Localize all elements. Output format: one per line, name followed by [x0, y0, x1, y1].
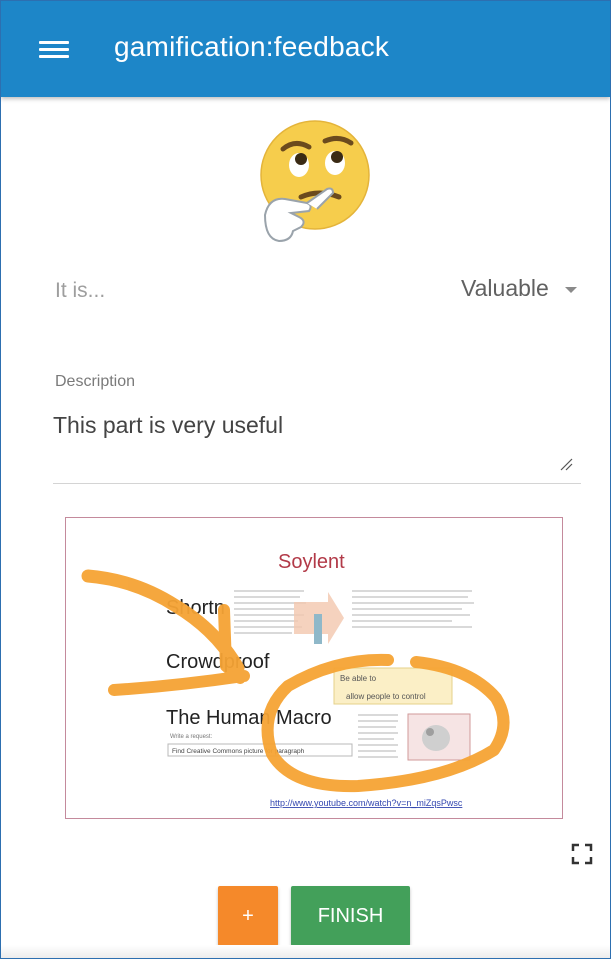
- app-bar: gamification:feedback: [1, 1, 610, 97]
- screenshot-canvas: Be able to allow people to control Soyle…: [81, 551, 510, 808]
- app-frame: gamification:feedback It is... Valuable …: [0, 0, 611, 959]
- finish-button[interactable]: FINISH: [291, 886, 410, 946]
- resize-grip-icon[interactable]: [559, 457, 573, 471]
- description-label: Description: [55, 373, 136, 390]
- thinking-face-icon: [260, 120, 370, 243]
- video-link[interactable]: http://www.youtube.com/watch?v=n_miZqsPw…: [270, 798, 463, 808]
- app-title: gamification:feedback: [114, 31, 390, 62]
- add-button[interactable]: +: [218, 886, 278, 946]
- slide-title: Soylent: [278, 551, 345, 573]
- request-value: Find Creative Commons picture for paragr…: [172, 748, 305, 755]
- annotated-screenshot[interactable]: Be able to allow people to control Soyle…: [65, 517, 563, 819]
- bottom-shadow: [1, 945, 610, 958]
- rating-label: It is...: [55, 279, 106, 302]
- description-field[interactable]: This part is very useful: [53, 409, 581, 484]
- rating-select-value: Valuable: [461, 275, 549, 301]
- fullscreen-icon[interactable]: [571, 843, 593, 865]
- slide-row-human-macro: The Human Macro: [166, 707, 332, 729]
- request-label: Write a request:: [170, 734, 213, 740]
- popup-line-2: allow people to control: [346, 692, 426, 701]
- slide-row-crowdproof: Crowdproof: [166, 651, 270, 673]
- hamburger-menu-icon[interactable]: [37, 35, 71, 63]
- dropdown-arrow-icon: [565, 287, 577, 293]
- popup-line-1: Be able to: [340, 674, 377, 683]
